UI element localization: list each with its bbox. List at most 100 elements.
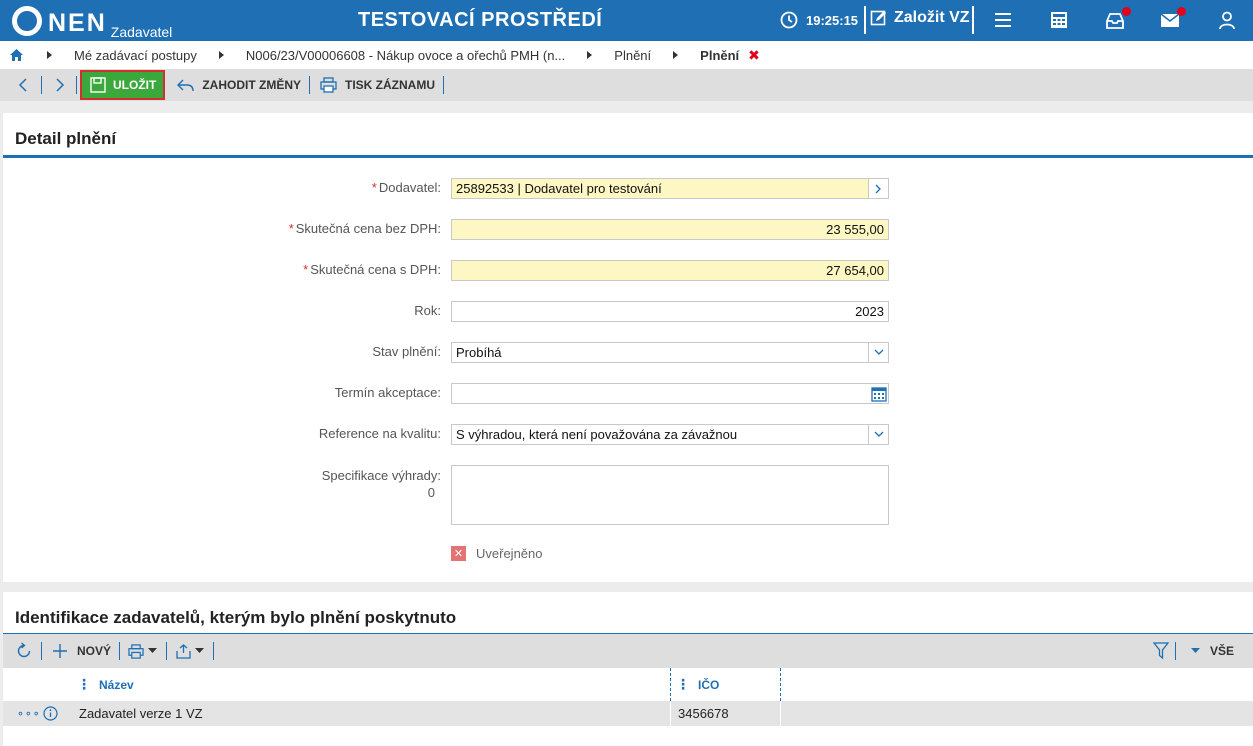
new-button[interactable]: NOVÝ [52,643,111,659]
chevron-down-icon [874,349,883,355]
chevron-right-icon [875,184,881,193]
chevron-right-icon [587,51,593,59]
clock-icon [780,11,798,29]
session-clock: 19:25:15 [780,11,858,29]
mail-icon[interactable] [1160,7,1186,32]
filter-all-label: VŠE [1210,644,1235,658]
published-label: Uveřejněno [476,546,543,561]
cena-s-dph-input[interactable]: 27 654,00 [451,260,889,281]
discard-changes-button[interactable]: ZAHODIT ZMĚNY [177,78,301,92]
chevron-right-icon [673,51,679,59]
column-divider[interactable] [670,668,671,701]
filter-icon[interactable] [1152,642,1170,663]
toolbar-divider [213,642,215,660]
print-menu-button[interactable] [128,643,158,659]
cena-bez-dph-input[interactable]: 23 555,00 [451,219,889,240]
print-record-button[interactable]: TISK ZÁZNAMU [320,77,435,93]
rok-label: Rok: [414,303,441,318]
calculator-icon[interactable] [1049,10,1071,32]
specifikace-textarea[interactable] [451,465,889,525]
filter-all-dropdown[interactable]: VŠE [1191,644,1234,658]
reference-dropdown-button[interactable] [868,424,889,445]
create-vz-button[interactable]: Založit VZ [870,9,970,27]
specifikace-label: Specifikace výhrady: 0 [321,468,441,500]
chevron-right-icon [56,78,65,92]
toolbar-divider [1175,642,1176,660]
export-menu-button[interactable] [176,643,205,659]
cell-nazev: Zadavatel verze 1 VZ [79,706,203,721]
export-icon [176,643,191,659]
dodavatel-label: * Dodavatel: [371,180,441,195]
zadavatele-title: Identifikace zadavatelů, kterým bylo pln… [15,608,457,627]
logo-text: NEN [48,9,107,37]
zadavatele-panel: Identifikace zadavatelů, kterým bylo pln… [3,592,1253,746]
calendar-icon[interactable] [869,384,889,403]
logo-subtitle: Zadavatel [110,24,173,40]
create-vz-label: Založit VZ [894,9,970,26]
logo-circle-icon [12,6,42,36]
breadcrumb-label: Mé zadávací postupy [74,47,197,63]
nen-logo[interactable]: NEN Zadavatel [12,4,173,40]
chevron-down-icon [874,431,883,437]
cell-divider [670,701,671,726]
refresh-icon[interactable] [15,642,33,660]
reference-select[interactable]: S výhradou, která není považována za záv… [451,424,889,445]
column-menu-icon[interactable]: ⋮ [77,676,91,693]
toolbar-divider [166,642,168,660]
print-label: TISK ZÁZNAMU [345,78,435,92]
header-divider [864,6,866,34]
close-tab-icon[interactable]: ✖ [748,47,760,64]
toolbar-divider [76,76,77,94]
row-actions-icon[interactable]: ∘∘∘ [17,701,41,726]
discard-label: ZAHODIT ZMĚNY [202,78,301,92]
chevron-right-icon [47,51,52,59]
column-header-nazev[interactable]: ⋮ Název [77,668,134,701]
chevron-left-icon [18,78,27,92]
stav-dropdown-button[interactable] [868,342,889,363]
dodavatel-value: 25892533 | Dodavatel pro testování [456,181,662,196]
notification-dot [1122,7,1131,16]
dodavatel-lookup-button[interactable] [868,178,889,199]
reference-value: S výhradou, která není považována za záv… [456,427,738,442]
top-header: NEN Zadavatel TESTOVACÍ PROSTŘEDÍ 19:25:… [0,0,1253,41]
back-button[interactable] [18,78,28,92]
plus-icon [53,644,67,658]
home-icon[interactable] [10,49,23,61]
stav-label: Stav plnění: [372,344,441,359]
termin-input[interactable] [451,383,889,404]
header-divider [972,6,974,34]
rok-input[interactable]: 2023 [451,301,889,322]
column-menu-icon[interactable]: ⋮ [676,676,690,693]
save-button[interactable]: ULOŽIT [80,70,166,100]
dodavatel-field[interactable]: 25892533 | Dodavatel pro testování [451,178,889,199]
info-icon[interactable] [43,701,58,726]
detail-title: Detail plnění [15,129,117,148]
table-header: ⋮ Název ⋮ IČO [3,668,1253,701]
breadcrumb-item[interactable]: Plnění [587,48,673,63]
breadcrumb: Mé zadávací postupy N006/23/V00006608 - … [0,41,1253,69]
toolbar-divider [41,76,42,94]
edit-icon [870,10,886,26]
published-checkbox[interactable]: ✕ Uveřejněno [451,546,543,561]
caret-down-icon [148,648,158,653]
caret-down-icon [195,648,205,653]
form-toolbar: ULOŽIT ZAHODIT ZMĚNY TISK ZÁZNAMU [0,69,1253,101]
column-divider[interactable] [780,668,781,701]
breadcrumb-item[interactable]: Mé zadávací postupy [47,48,219,63]
forward-button[interactable] [55,78,65,92]
toolbar-divider [309,76,310,94]
specifikace-counter: 0 [427,485,435,500]
user-icon[interactable] [1217,10,1239,32]
column-header-ico[interactable]: ⋮ IČO [676,668,719,701]
breadcrumb-item[interactable]: N006/23/V00006608 - Nákup ovoce a ořechů… [218,48,587,63]
detail-panel: Detail plnění * Dodavatel: 25892533 | Dod… [3,113,1253,582]
chevron-right-icon [218,51,224,59]
table-row[interactable]: ∘∘∘ Zadavatel verze 1 VZ 3456678 [3,701,1253,726]
menu-icon[interactable] [993,10,1015,32]
inbox-icon[interactable] [1105,7,1131,32]
environment-title: TESTOVACÍ PROSTŘEDÍ [358,9,603,31]
stav-select[interactable]: Probíhá [451,342,889,363]
cena-bez-dph-label: * Skutečná cena bez DPH: [288,221,441,236]
toolbar-divider [443,76,444,94]
stav-value: Probíhá [456,345,502,360]
